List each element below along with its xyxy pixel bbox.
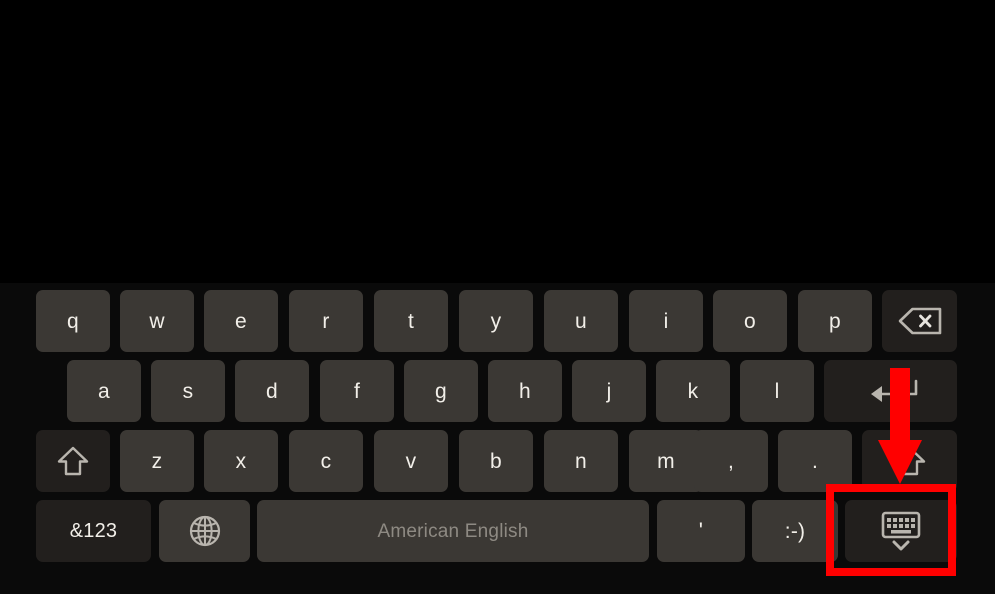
key-label: i <box>663 309 669 333</box>
key-label: a <box>98 379 110 403</box>
key-label: m <box>657 449 675 473</box>
key-p[interactable]: p <box>798 290 872 352</box>
key-symbols[interactable]: &123 <box>36 500 151 562</box>
key-e[interactable]: e <box>204 290 278 352</box>
key-label: &123 <box>69 520 118 542</box>
keyboard-row-3: z x c v b n m , . <box>0 430 995 492</box>
key-label: n <box>575 449 587 473</box>
key-label: . <box>811 449 819 473</box>
key-shift-left[interactable] <box>36 430 110 492</box>
key-label: p <box>829 309 841 333</box>
key-label: l <box>774 379 780 403</box>
key-label: x <box>235 449 247 473</box>
key-x[interactable]: x <box>204 430 278 492</box>
keyboard-row-4: &123 American English ':-) <box>0 500 995 562</box>
key-r[interactable]: r <box>289 290 363 352</box>
key-label: t <box>407 309 415 333</box>
key-c[interactable]: c <box>289 430 363 492</box>
device-screen: q w e r t y u i o p a s d f g h j k l z … <box>0 0 995 594</box>
shift-arrow-up-icon <box>56 444 90 478</box>
key-y[interactable]: y <box>459 290 533 352</box>
key-z[interactable]: z <box>120 430 194 492</box>
key-a[interactable]: a <box>67 360 141 422</box>
key-d[interactable]: d <box>235 360 309 422</box>
key-j[interactable]: j <box>572 360 646 422</box>
key-v[interactable]: v <box>374 430 448 492</box>
key-label: c <box>320 449 332 473</box>
key-period[interactable]: . <box>778 430 852 492</box>
keyboard-row-2: a s d f g h j k l <box>0 360 995 422</box>
keyboard-hide-icon <box>873 509 929 553</box>
key-g[interactable]: g <box>404 360 478 422</box>
key-label: s <box>182 379 194 403</box>
on-screen-keyboard[interactable]: q w e r t y u i o p a s d f g h j k l z … <box>0 283 995 594</box>
key-t[interactable]: t <box>374 290 448 352</box>
key-label: f <box>353 379 361 403</box>
keyboard-row-1: q w e r t y u i o p <box>0 290 995 352</box>
key-label: d <box>266 379 278 403</box>
key-enter[interactable] <box>824 360 957 422</box>
key-hide-keyboard[interactable] <box>845 500 957 562</box>
key-o[interactable]: o <box>713 290 787 352</box>
key-m[interactable]: m <box>629 430 703 492</box>
key-backspace[interactable] <box>882 290 957 352</box>
key-shift-right[interactable] <box>862 430 957 492</box>
key-label: r <box>322 309 330 333</box>
key-b[interactable]: b <box>459 430 533 492</box>
key-label: u <box>575 309 587 333</box>
key-label: q <box>67 309 79 333</box>
key-s[interactable]: s <box>151 360 225 422</box>
space-language-label: American English <box>377 520 529 542</box>
key-label: , <box>727 449 735 473</box>
key-label: y <box>490 309 502 333</box>
key-label: v <box>405 449 417 473</box>
key-emoticon[interactable]: :-) <box>752 500 838 562</box>
key-u[interactable]: u <box>544 290 618 352</box>
key-w[interactable]: w <box>120 290 194 352</box>
key-n[interactable]: n <box>544 430 618 492</box>
key-l[interactable]: l <box>740 360 814 422</box>
key-label: b <box>490 449 502 473</box>
shift-arrow-up-icon <box>893 444 927 478</box>
key-f[interactable]: f <box>320 360 394 422</box>
key-label: ' <box>698 518 704 543</box>
key-k[interactable]: k <box>656 360 730 422</box>
backspace-icon <box>897 306 943 336</box>
key-i[interactable]: i <box>629 290 703 352</box>
key-h[interactable]: h <box>488 360 562 422</box>
key-label: g <box>435 379 447 403</box>
key-apostrophe[interactable]: ' <box>657 500 745 562</box>
globe-icon <box>187 513 223 549</box>
enter-return-icon <box>862 376 920 406</box>
key-label: o <box>744 309 756 333</box>
key-comma[interactable]: , <box>694 430 768 492</box>
key-space[interactable]: American English <box>257 500 649 562</box>
key-language-globe[interactable] <box>159 500 250 562</box>
key-label: h <box>519 379 531 403</box>
key-label: w <box>149 309 165 333</box>
key-q[interactable]: q <box>36 290 110 352</box>
key-label: j <box>606 379 612 403</box>
key-label: k <box>687 379 699 403</box>
blank-app-content-area <box>0 0 995 283</box>
key-label: e <box>235 309 247 333</box>
key-label: z <box>151 449 163 473</box>
key-label: :-) <box>784 519 806 543</box>
